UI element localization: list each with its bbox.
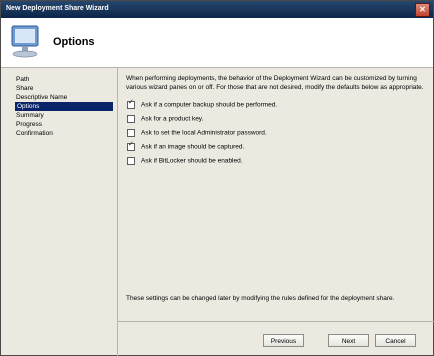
next-button[interactable]: Next — [328, 334, 369, 347]
intro-text: When performing deployments, the behavio… — [126, 74, 426, 92]
intro-line: When performing deployments, the behavio… — [126, 75, 417, 82]
step-share[interactable]: Share — [16, 84, 33, 93]
option-product-key[interactable]: Ask for a product key. — [127, 115, 203, 124]
step-options[interactable]: Options — [15, 102, 113, 111]
options-panel: When performing deployments, the behavio… — [117, 68, 434, 321]
step-descriptive-name[interactable]: Descriptive Name — [16, 93, 67, 102]
option-label: Ask for a product key. — [141, 115, 204, 123]
computer-backup-checkbox[interactable] — [127, 99, 135, 109]
option-admin-password[interactable]: Ask to set the local Administrator passw… — [127, 129, 267, 138]
bitlocker-checkbox[interactable] — [127, 157, 135, 165]
intro-line: various wizard panes on or off. For thos… — [126, 84, 424, 91]
footer-note: These settings can be changed later by m… — [126, 295, 395, 302]
wizard-window: New Deployment Share Wizard ✕ Options Pa… — [0, 0, 434, 356]
wizard-steps-nav: Path Share Descriptive Name Options Summ… — [1, 68, 117, 355]
close-icon: ✕ — [419, 5, 426, 14]
close-button[interactable]: ✕ — [415, 3, 430, 17]
capture-image-checkbox[interactable] — [127, 141, 135, 151]
previous-button[interactable]: Previous — [263, 334, 304, 347]
option-capture-image[interactable]: Ask if an image should be captured. — [127, 141, 245, 152]
page-title: Options — [53, 36, 95, 48]
window-title: New Deployment Share Wizard — [6, 5, 109, 12]
product-key-checkbox[interactable] — [127, 115, 135, 123]
computer-monitor-icon — [11, 25, 39, 58]
option-bitlocker[interactable]: Ask if BitLocker should be enabled. — [127, 157, 243, 166]
step-path[interactable]: Path — [16, 75, 29, 84]
option-label: Ask if an image should be captured. — [141, 143, 245, 151]
option-label: Ask if BitLocker should be enabled. — [141, 157, 243, 165]
step-progress[interactable]: Progress — [16, 120, 42, 129]
step-confirmation[interactable]: Confirmation — [16, 129, 53, 138]
title-bar[interactable]: New Deployment Share Wizard ✕ — [1, 1, 433, 18]
button-bar: Previous Next Cancel — [117, 321, 434, 356]
cancel-button[interactable]: Cancel — [375, 334, 416, 347]
wizard-header: Options — [1, 18, 433, 68]
option-label: Ask to set the local Administrator passw… — [141, 129, 267, 137]
option-computer-backup[interactable]: Ask if a computer backup should be perfo… — [127, 99, 278, 110]
step-summary[interactable]: Summary — [16, 111, 44, 120]
admin-password-checkbox[interactable] — [127, 129, 135, 137]
option-label: Ask if a computer backup should be perfo… — [141, 101, 278, 109]
